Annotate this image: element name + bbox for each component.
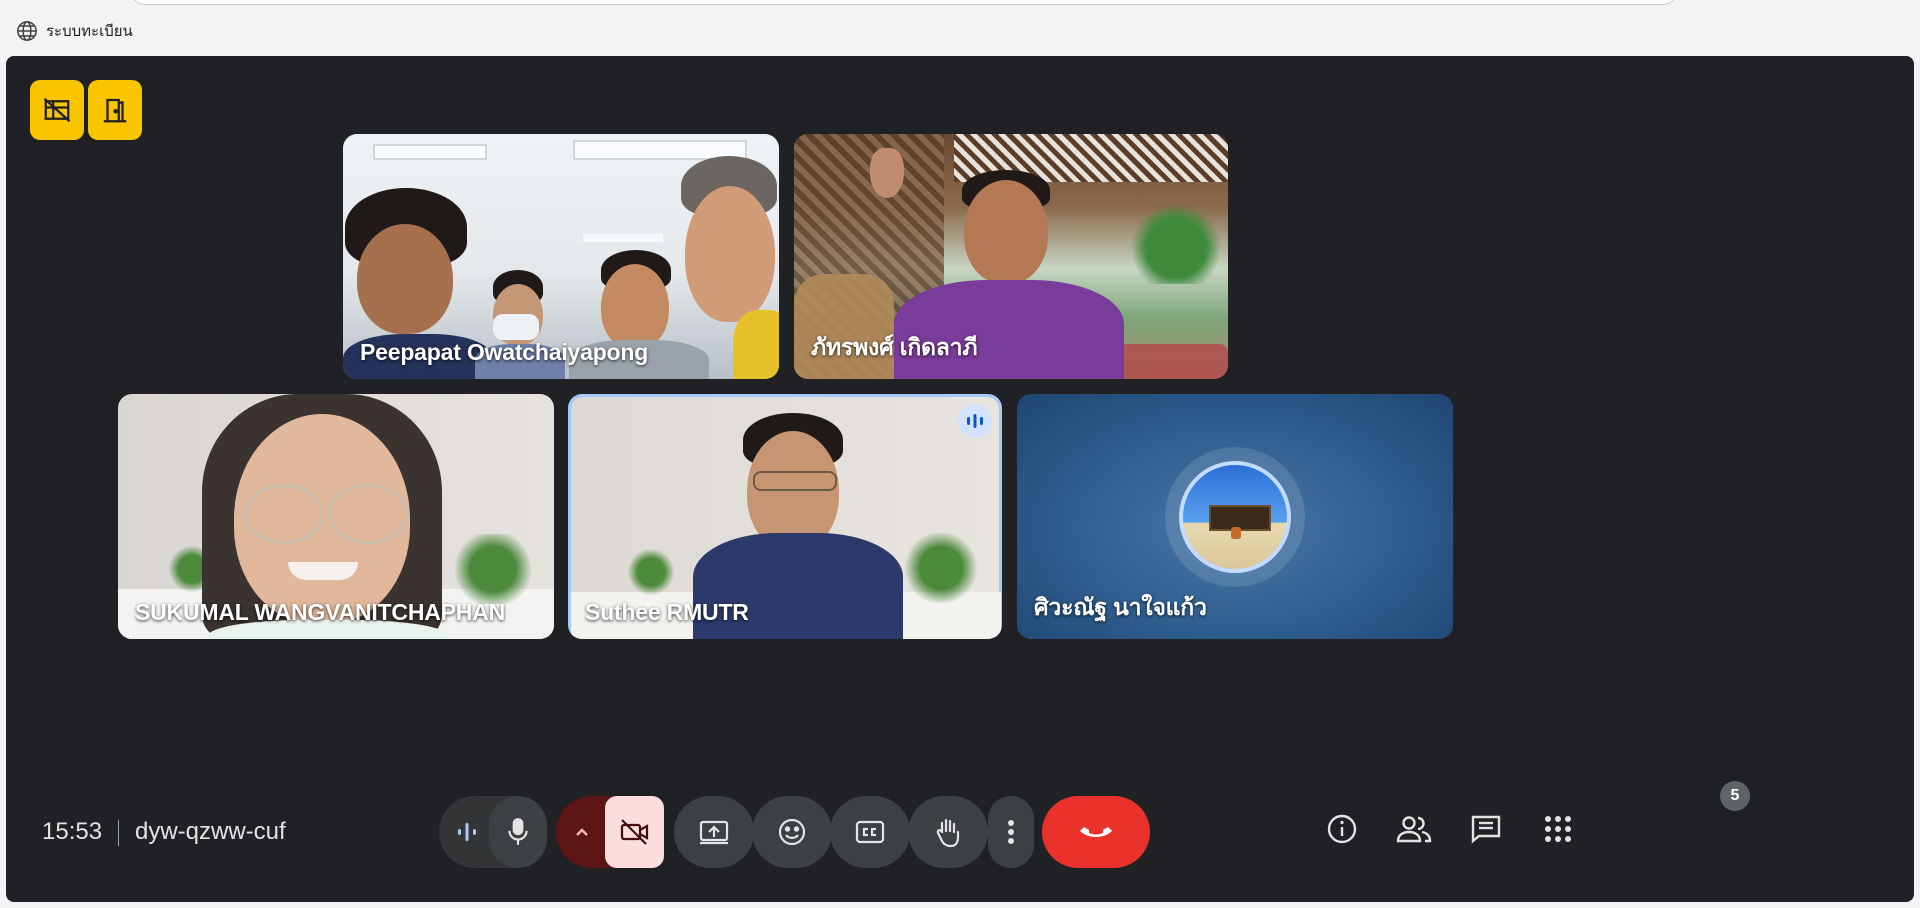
audio-controls bbox=[439, 796, 547, 868]
people-button[interactable] bbox=[1392, 809, 1436, 853]
present-screen-icon bbox=[698, 818, 730, 846]
meeting-controls-bar: 15:53 dyw-qzww-cuf 5 bbox=[6, 781, 1914, 902]
chat-icon bbox=[1470, 814, 1502, 849]
hide-tiles-button[interactable] bbox=[30, 80, 84, 140]
meeting-info-button[interactable] bbox=[1320, 809, 1364, 853]
captions-button[interactable] bbox=[830, 796, 910, 868]
avatar bbox=[1179, 460, 1291, 573]
mic-button[interactable] bbox=[489, 796, 547, 868]
activities-icon bbox=[1544, 815, 1572, 848]
emoji-button[interactable] bbox=[752, 796, 832, 868]
meeting-code: dyw-qzww-cuf bbox=[135, 818, 286, 845]
browser-top-strip: ระบบทะเบียน bbox=[0, 0, 1920, 52]
participant-name: Peepapat Owatchaiyapong bbox=[360, 339, 649, 365]
speaking-indicator-icon bbox=[958, 404, 992, 438]
more-options-icon bbox=[1007, 819, 1015, 845]
site-tab-label[interactable]: ระบบทะเบียน bbox=[16, 19, 133, 43]
chevron-up-icon[interactable] bbox=[572, 822, 592, 842]
people-icon bbox=[1396, 814, 1432, 849]
activities-button[interactable] bbox=[1536, 809, 1580, 853]
address-bar-edge[interactable] bbox=[128, 0, 1680, 5]
participant-tile[interactable]: SUKUMAL WANGVANITCHAPHAN bbox=[118, 394, 554, 639]
raise-hand-icon bbox=[933, 816, 963, 848]
camera-toggle-button[interactable] bbox=[605, 796, 664, 868]
globe-icon bbox=[16, 20, 38, 42]
captions-icon bbox=[854, 819, 886, 845]
chat-button[interactable] bbox=[1464, 809, 1508, 853]
emoji-icon bbox=[777, 817, 807, 847]
divider bbox=[118, 820, 119, 846]
participant-name: ภัทรพงศ์ เกิดลาภี bbox=[811, 334, 978, 360]
participant-tile[interactable]: ภัทรพงศ์ เกิดลาภี bbox=[794, 134, 1228, 379]
participant-name: Suthee RMUTR bbox=[585, 599, 749, 625]
meeting-stage: Peepapat Owatchaiyapong ภัทรพงศ์ เกิดลาภ… bbox=[6, 56, 1914, 902]
present-button[interactable] bbox=[674, 796, 754, 868]
end-call-icon bbox=[1078, 822, 1114, 842]
leave-room-icon bbox=[100, 95, 130, 125]
participant-name: SUKUMAL WANGVANITCHAPHAN bbox=[135, 599, 506, 625]
participant-tile-active[interactable]: Suthee RMUTR bbox=[568, 394, 1002, 639]
info-icon bbox=[1326, 813, 1358, 850]
participant-tile[interactable]: Peepapat Owatchaiyapong bbox=[343, 134, 779, 379]
meeting-clock: 15:53 bbox=[42, 818, 103, 845]
microphone-icon bbox=[505, 817, 531, 847]
participant-name: ศิวะณัฐ นาใจแก้ว bbox=[1034, 594, 1207, 620]
raise-hand-button[interactable] bbox=[908, 796, 988, 868]
participant-tile[interactable]: ศิวะณัฐ นาใจแก้ว bbox=[1017, 394, 1453, 639]
participant-count-badge: 5 bbox=[1720, 781, 1750, 811]
video-controls bbox=[556, 796, 664, 868]
leave-room-button[interactable] bbox=[88, 80, 142, 140]
camera-off-icon bbox=[619, 818, 651, 846]
hide-tiles-icon bbox=[42, 95, 72, 125]
more-options-button[interactable] bbox=[988, 796, 1034, 868]
leave-call-button[interactable] bbox=[1042, 796, 1150, 868]
site-label-text: ระบบทะเบียน bbox=[46, 23, 133, 40]
avatar-ring bbox=[1165, 446, 1305, 587]
audio-level-icon[interactable] bbox=[457, 820, 477, 844]
